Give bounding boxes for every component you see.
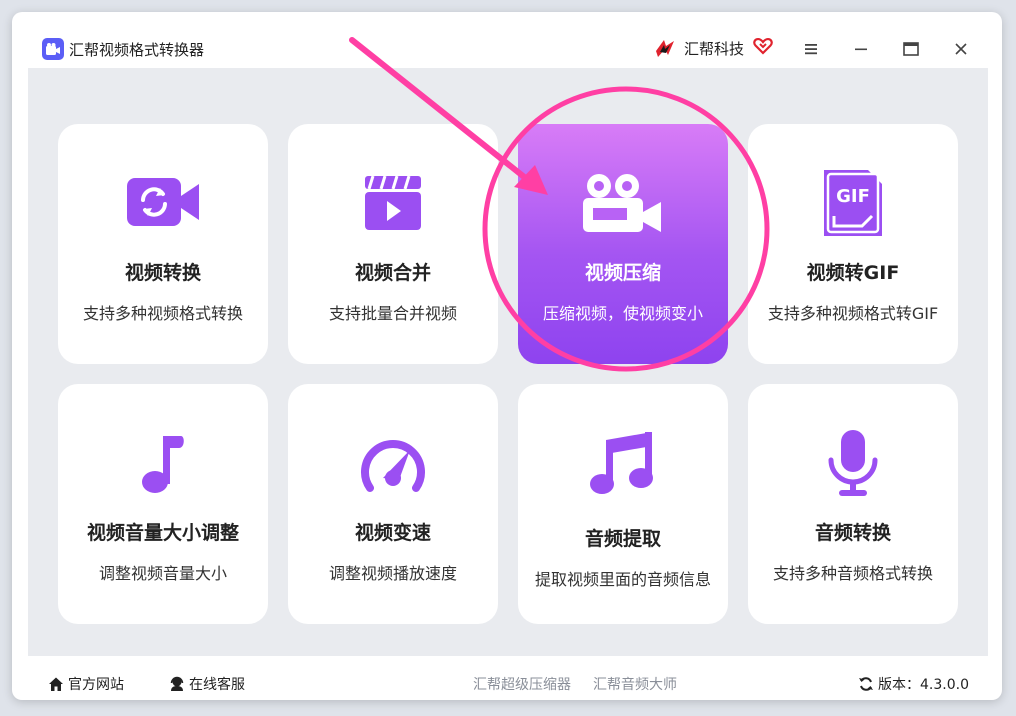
card-title: 视频转GIF — [806, 262, 900, 284]
card-volume-adjust[interactable]: 视频音量大小调整 调整视频音量大小 — [58, 384, 268, 624]
clapperboard-icon — [288, 172, 498, 242]
menu-icon — [805, 44, 817, 55]
feature-grid: 视频转换 支持多种视频格式转换 视频合并 支持批量合并视频 视频压缩 压缩视频，… — [28, 68, 988, 656]
official-website-link[interactable]: 官方网站 — [48, 674, 124, 694]
video-convert-icon — [58, 174, 268, 244]
version-label: 版本： — [878, 677, 920, 693]
version-number: 4.3.0.0 — [920, 677, 969, 693]
card-description: 压缩视频，使视频变小 — [542, 304, 703, 323]
card-audio-extract[interactable]: 音频提取 提取视频里面的音频信息 — [518, 384, 728, 624]
card-description: 支持多种音频格式转换 — [772, 564, 933, 583]
minimize-button[interactable] — [848, 36, 874, 62]
card-description: 提取视频里面的音频信息 — [534, 570, 711, 589]
maximize-icon — [903, 42, 919, 56]
audio-master-link[interactable]: 汇帮音频大师 — [593, 674, 677, 694]
footer-bar: 官方网站 在线客服 汇帮超级压缩器 汇帮音频大师 版本：4.3.0.0 — [12, 656, 1002, 700]
card-description: 支持多种视频格式转换 — [82, 304, 243, 323]
app-window: 汇帮视频格式转换器 汇帮科技 视频转换 支持多种视频格式转换 视频合并 支持批量… — [12, 12, 1002, 700]
card-title: 视频压缩 — [584, 262, 661, 284]
card-audio-convert[interactable]: 音频转换 支持多种音频格式转换 — [748, 384, 958, 624]
close-button[interactable] — [948, 36, 974, 62]
card-video-convert[interactable]: 视频转换 支持多种视频格式转换 — [58, 124, 268, 364]
card-video-speed[interactable]: 视频变速 调整视频播放速度 — [288, 384, 498, 624]
brand-name: 汇帮科技 — [684, 40, 745, 58]
minimize-icon — [855, 48, 867, 51]
music-note-icon — [58, 432, 268, 502]
close-icon — [955, 43, 967, 55]
card-title: 视频变速 — [354, 522, 431, 544]
svg-text:GIF: GIF — [836, 186, 870, 207]
card-description: 调整视频音量大小 — [98, 564, 227, 583]
card-description: 调整视频播放速度 — [328, 564, 457, 583]
video-camera-icon — [518, 172, 728, 242]
version-info[interactable]: 版本：4.3.0.0 — [858, 674, 969, 694]
gif-file-icon: GIF — [748, 168, 958, 238]
super-compressor-link[interactable]: 汇帮超级压缩器 — [473, 674, 571, 694]
maximize-button[interactable] — [898, 36, 924, 62]
card-video-compress[interactable]: 视频压缩 压缩视频，使视频变小 — [518, 124, 728, 364]
brand-logo-icon — [652, 37, 678, 65]
card-description: 支持多种视频格式转GIF — [767, 304, 939, 323]
heart-icon[interactable] — [753, 36, 773, 60]
customer-service-icon — [170, 676, 184, 691]
card-title: 视频合并 — [354, 262, 431, 284]
home-icon — [49, 677, 63, 691]
card-title: 视频转换 — [124, 262, 201, 284]
microphone-icon — [748, 428, 958, 498]
card-video-to-gif[interactable]: GIF 视频转GIF 支持多种视频格式转GIF — [748, 124, 958, 364]
app-logo-icon — [42, 38, 64, 60]
card-title: 音频提取 — [584, 528, 661, 550]
online-service-label: 在线客服 — [189, 677, 245, 693]
music-notes-icon — [518, 430, 728, 500]
app-title: 汇帮视频格式转换器 — [69, 41, 205, 59]
card-description: 支持批量合并视频 — [328, 304, 457, 323]
card-title: 音频转换 — [814, 522, 891, 544]
speedometer-icon — [288, 432, 498, 502]
online-service-link[interactable]: 在线客服 — [169, 674, 245, 694]
refresh-icon — [859, 677, 873, 691]
title-bar: 汇帮视频格式转换器 汇帮科技 — [12, 12, 1002, 68]
card-title: 视频音量大小调整 — [86, 522, 239, 544]
card-video-merge[interactable]: 视频合并 支持批量合并视频 — [288, 124, 498, 364]
official-website-label: 官方网站 — [68, 677, 124, 693]
menu-button[interactable] — [798, 36, 824, 62]
